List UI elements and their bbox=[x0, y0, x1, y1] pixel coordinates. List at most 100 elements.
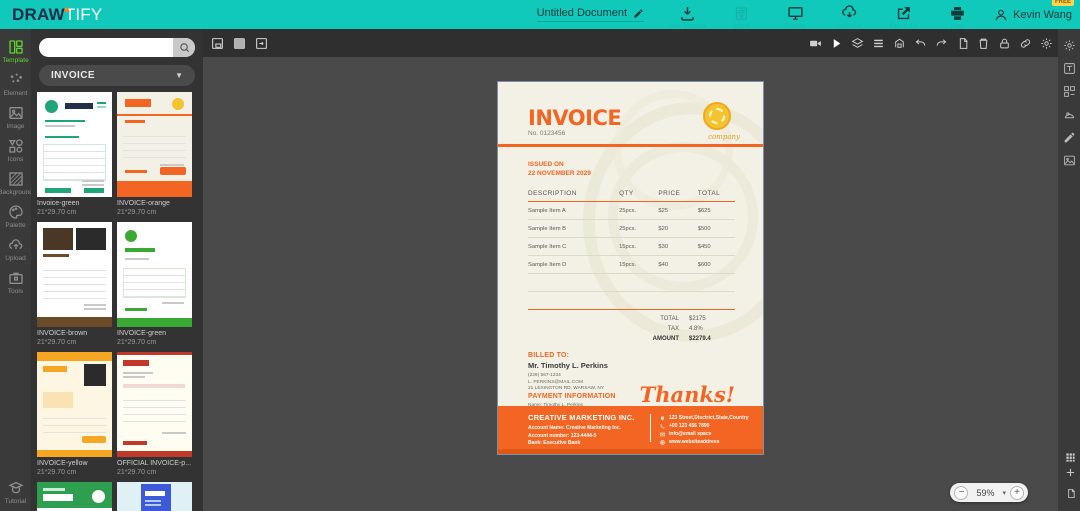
properties-button[interactable] bbox=[1063, 39, 1076, 52]
copy-button[interactable] bbox=[955, 36, 970, 51]
graduation-cap-icon bbox=[7, 481, 24, 494]
sidebar-item-tutorial[interactable]: Tutorial bbox=[5, 480, 26, 505]
template-card[interactable]: INVOICE-brown 21*29.70 cm bbox=[37, 222, 112, 347]
lock-icon bbox=[1000, 38, 1009, 48]
group-button[interactable] bbox=[892, 36, 907, 51]
sidebar-item-tools[interactable]: Tools bbox=[0, 265, 31, 298]
pencil-icon[interactable] bbox=[633, 8, 644, 19]
sidebar-item-upload[interactable]: Upload bbox=[0, 232, 31, 265]
delete-button[interactable] bbox=[976, 36, 991, 51]
document-page[interactable]: INVOICE No. 0123456 company ISSUED ON 22… bbox=[498, 82, 763, 454]
logo-inner-ring bbox=[709, 108, 725, 124]
search-button[interactable] bbox=[173, 38, 195, 57]
zoom-in-button[interactable]: + bbox=[1010, 485, 1024, 500]
add-page-button[interactable] bbox=[1065, 467, 1076, 481]
sidebar-item-template[interactable]: Template bbox=[0, 34, 31, 67]
template-card[interactable]: INVOICE-green 21*29.70 cm bbox=[117, 222, 192, 347]
sidebar-item-image[interactable]: Image bbox=[0, 100, 31, 133]
template-thumbnail[interactable] bbox=[117, 92, 192, 197]
chevron-down-icon[interactable]: ▾ bbox=[1002, 489, 1006, 497]
template-card[interactable]: INVOICE-yellow 21*29.70 cm bbox=[37, 352, 112, 477]
totals-value: $2279.4 bbox=[689, 336, 711, 342]
payment-heading: PAYMENT INFORMATION bbox=[528, 393, 616, 400]
template-card[interactable]: OFFICIAL INVOICE-p... 21*29.70 cm bbox=[117, 352, 192, 477]
link-button[interactable] bbox=[1018, 36, 1033, 51]
settings-button[interactable] bbox=[1039, 36, 1054, 51]
phone-icon bbox=[660, 424, 665, 428]
canvas-toolbar-right bbox=[808, 36, 1080, 51]
align-button[interactable] bbox=[871, 36, 886, 51]
template-name: OFFICIAL INVOICE-p... bbox=[117, 460, 192, 467]
sidebar-item-element[interactable]: Element bbox=[0, 67, 31, 100]
template-card[interactable]: Invoice-green 21*29.70 cm bbox=[37, 92, 112, 217]
zoom-control[interactable]: − 59% ▾ + bbox=[950, 483, 1028, 502]
sidebar-item-icons[interactable]: Icons bbox=[0, 133, 31, 166]
cell-description: Sample Item A bbox=[528, 207, 566, 214]
save-template-button[interactable]: Save Template bbox=[660, 0, 714, 30]
search-area bbox=[31, 29, 203, 57]
layers-button[interactable] bbox=[850, 36, 865, 51]
sidebar-item-palette[interactable]: Palette bbox=[0, 199, 31, 232]
duplicate-page-button[interactable] bbox=[210, 36, 225, 51]
grid-button[interactable] bbox=[1065, 452, 1076, 466]
undo-button[interactable] bbox=[913, 36, 928, 51]
footer-email: info@email space bbox=[669, 431, 712, 437]
page-square-icon bbox=[234, 37, 245, 49]
template-card[interactable] bbox=[117, 482, 192, 511]
preview-button[interactable]: Preview bbox=[768, 0, 822, 30]
sidebar-item-background[interactable]: Background bbox=[0, 166, 33, 199]
issued-on-label: ISSUED ON bbox=[528, 161, 564, 168]
template-card[interactable] bbox=[37, 482, 112, 511]
template-size: 21*29.70 cm bbox=[37, 209, 77, 216]
document-footer: CREATIVE MARKETING INC. Account Name: Cr… bbox=[498, 406, 763, 454]
insert-page-icon bbox=[256, 37, 267, 49]
table-header-description: DESCRIPTION bbox=[528, 190, 577, 197]
effects-icon bbox=[1064, 112, 1074, 119]
redo-button[interactable] bbox=[934, 36, 949, 51]
zoom-out-button[interactable]: − bbox=[954, 485, 969, 500]
download-button[interactable]: Download bbox=[822, 0, 876, 30]
lock-button[interactable] bbox=[997, 36, 1012, 51]
image-frame-button[interactable] bbox=[1063, 154, 1076, 167]
document-title-field[interactable]: Untitled Document bbox=[536, 7, 645, 22]
user-menu[interactable]: Kevin Wang FREE bbox=[994, 0, 1074, 22]
search-input[interactable] bbox=[39, 38, 195, 57]
totals-value: $2175 bbox=[689, 316, 706, 322]
template-thumbnail[interactable] bbox=[117, 352, 192, 457]
table-row: Sample Item D 15pcs. $40 $600 bbox=[528, 256, 735, 274]
effects-button[interactable] bbox=[1063, 108, 1076, 121]
template-thumbnail[interactable] bbox=[37, 92, 112, 197]
insert-page-button[interactable] bbox=[254, 36, 269, 51]
duplicate-page-icon bbox=[212, 37, 223, 49]
link-icon bbox=[1020, 38, 1031, 48]
table-row: Sample Item C 15pcs. $30 $450 bbox=[528, 238, 735, 256]
template-thumbnail[interactable] bbox=[117, 482, 192, 511]
template-thumbnail[interactable] bbox=[117, 222, 192, 327]
template-grid: Invoice-green 21*29.70 cm INVOICE-orange… bbox=[31, 92, 203, 511]
category-dropdown[interactable]: INVOICE ▼ bbox=[39, 65, 195, 86]
canvas-area[interactable]: INVOICE No. 0123456 company ISSUED ON 22… bbox=[203, 57, 1058, 511]
layout-button[interactable] bbox=[1063, 85, 1076, 98]
export-art-button[interactable]: Export Art bbox=[876, 0, 930, 30]
pen-button[interactable] bbox=[1063, 131, 1076, 144]
canvas-corner-tools bbox=[1065, 467, 1076, 502]
page-button[interactable] bbox=[232, 36, 247, 51]
totals-label: TOTAL bbox=[660, 316, 679, 322]
video-button[interactable] bbox=[808, 36, 823, 51]
table-header-total: TOTAL bbox=[697, 190, 721, 197]
template-card[interactable]: INVOICE-orange 21*29.70 cm bbox=[117, 92, 192, 217]
play-button[interactable] bbox=[829, 36, 844, 51]
monitor-icon bbox=[787, 5, 804, 25]
app-logo[interactable]: ▲ DRAWTIFY bbox=[12, 4, 102, 25]
template-thumbnail[interactable] bbox=[37, 482, 112, 511]
footer-account-name: Account Name: Creative Marketing Inc. bbox=[528, 425, 621, 431]
print-button[interactable]: Print bbox=[930, 0, 984, 30]
text-button[interactable] bbox=[1063, 62, 1076, 75]
footer-account-number: Account number: 123-4444-5 bbox=[528, 432, 597, 439]
template-thumbnail[interactable] bbox=[37, 222, 112, 327]
saved-button[interactable]: Saved bbox=[714, 0, 768, 30]
cell-total: $450 bbox=[697, 243, 711, 250]
copy-page-button[interactable] bbox=[1065, 488, 1076, 502]
search-box[interactable] bbox=[39, 38, 195, 57]
template-thumbnail[interactable] bbox=[37, 352, 112, 457]
